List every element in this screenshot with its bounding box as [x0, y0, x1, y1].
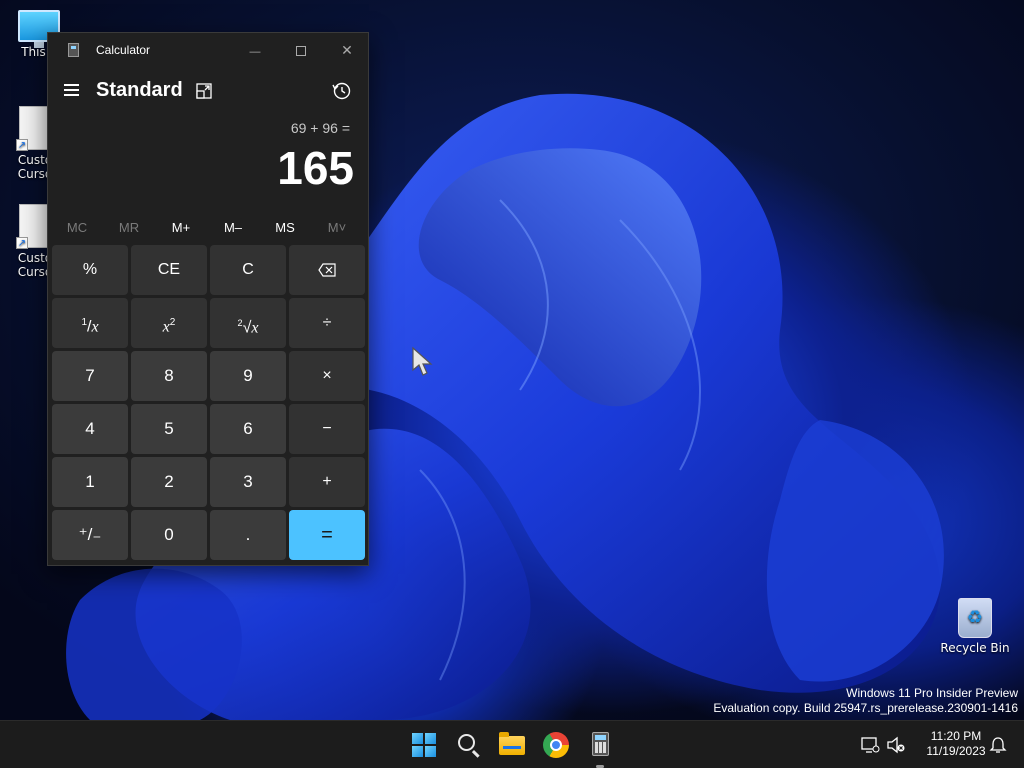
start-button[interactable]	[408, 729, 440, 761]
window-title: Calculator	[96, 43, 151, 57]
expression-display: 69 + 96 =	[290, 120, 350, 136]
add-button[interactable]: +	[289, 457, 365, 507]
digit-9-button[interactable]: 9	[210, 351, 286, 401]
watermark-line-1: Windows 11 Pro Insider Preview	[846, 686, 1018, 700]
memory-list-button[interactable]: M˅	[311, 220, 363, 235]
digit-8-button[interactable]: 8	[131, 351, 207, 401]
evaluation-watermark: Windows 11 Pro Insider Preview Evaluatio…	[713, 686, 1018, 716]
percent-button[interactable]: %	[52, 245, 128, 295]
square-button[interactable]: x2	[131, 298, 207, 348]
reciprocal-variable: x	[91, 318, 99, 336]
keypad: % CE C 1/x x2 2√x ÷ 7 8 9 × 4 5 6 − 1 2 …	[52, 245, 366, 563]
digit-6-button[interactable]: 6	[210, 404, 286, 454]
divide-button[interactable]: ÷	[289, 298, 365, 348]
calculator-icon	[592, 732, 609, 756]
equals-button[interactable]: =	[289, 510, 365, 560]
clear-button[interactable]: C	[210, 245, 286, 295]
start-icon	[412, 733, 436, 757]
desktop-icon-recycle-bin[interactable]: ♻ Recycle Bin	[940, 598, 1010, 655]
square-variable: x	[162, 318, 170, 336]
close-icon: ✕	[341, 42, 353, 58]
result-display: 165	[277, 142, 354, 194]
calculator-taskbar-button[interactable]	[584, 729, 616, 768]
keep-on-top-icon[interactable]	[194, 81, 214, 101]
close-button[interactable]: ✕	[324, 33, 370, 67]
file-explorer-button[interactable]	[496, 729, 528, 761]
taskbar: 11:20 PM 11/19/2023	[0, 720, 1024, 768]
digit-3-button[interactable]: 3	[210, 457, 286, 507]
negate-button[interactable]: ⁺/₋	[52, 510, 128, 560]
digit-1-button[interactable]: 1	[52, 457, 128, 507]
navigation-menu-icon[interactable]	[62, 81, 82, 101]
volume-muted-icon[interactable]	[886, 735, 906, 755]
network-icon[interactable]	[860, 735, 880, 755]
backspace-button[interactable]	[289, 245, 365, 295]
mouse-cursor-icon	[412, 346, 433, 376]
chrome-button[interactable]	[540, 729, 572, 761]
clock-time: 11:20 PM	[930, 729, 982, 743]
file-explorer-icon	[499, 732, 525, 755]
digit-7-button[interactable]: 7	[52, 351, 128, 401]
multiply-button[interactable]: ×	[289, 351, 365, 401]
memory-recall-button[interactable]: MR	[103, 220, 155, 235]
digit-0-button[interactable]: 0	[131, 510, 207, 560]
calculator-mode-title: Standard	[96, 79, 183, 101]
calculator-window: Calculator — ✕ Standard 69 + 96 = 165 MC…	[47, 32, 369, 566]
notification-bell-icon[interactable]	[988, 735, 1008, 755]
digit-4-button[interactable]: 4	[52, 404, 128, 454]
calculator-app-icon	[68, 43, 79, 57]
memory-buttons-row: MC MR M+ M– MS M˅	[48, 215, 368, 243]
digit-2-button[interactable]: 2	[131, 457, 207, 507]
search-button[interactable]	[452, 729, 484, 761]
memory-clear-button[interactable]: MC	[51, 220, 103, 235]
calculator-titlebar[interactable]: Calculator — ✕	[48, 33, 368, 67]
chrome-icon	[543, 732, 569, 758]
recycle-bin-icon: ♻	[958, 598, 992, 638]
decimal-button[interactable]: .	[210, 510, 286, 560]
memory-subtract-button[interactable]: M–	[207, 220, 259, 235]
reciprocal-numerator: 1	[81, 317, 87, 328]
clock-date: 11/19/2023	[926, 744, 986, 758]
calculator-header: Standard	[48, 73, 368, 113]
desktop-icon-label: Recycle Bin	[940, 641, 1010, 655]
root-variable: x	[251, 319, 259, 337]
clear-entry-button[interactable]: CE	[131, 245, 207, 295]
maximize-icon	[296, 46, 306, 57]
memory-add-button[interactable]: M+	[155, 220, 207, 235]
maximize-button[interactable]	[278, 33, 324, 67]
minimize-button[interactable]: —	[232, 33, 278, 67]
reciprocal-button[interactable]: 1/x	[52, 298, 128, 348]
square-exponent: 2	[169, 317, 176, 328]
system-clock[interactable]: 11:20 PM 11/19/2023	[914, 729, 998, 759]
backspace-icon	[318, 263, 336, 277]
minimize-icon: —	[249, 46, 261, 58]
digit-5-button[interactable]: 5	[131, 404, 207, 454]
search-icon	[458, 734, 475, 751]
watermark-line-2: Evaluation copy. Build 25947.rs_prerelea…	[713, 701, 1018, 715]
memory-store-button[interactable]: MS	[259, 220, 311, 235]
square-root-button[interactable]: 2√x	[210, 298, 286, 348]
history-icon[interactable]	[332, 81, 352, 101]
subtract-button[interactable]: −	[289, 404, 365, 454]
